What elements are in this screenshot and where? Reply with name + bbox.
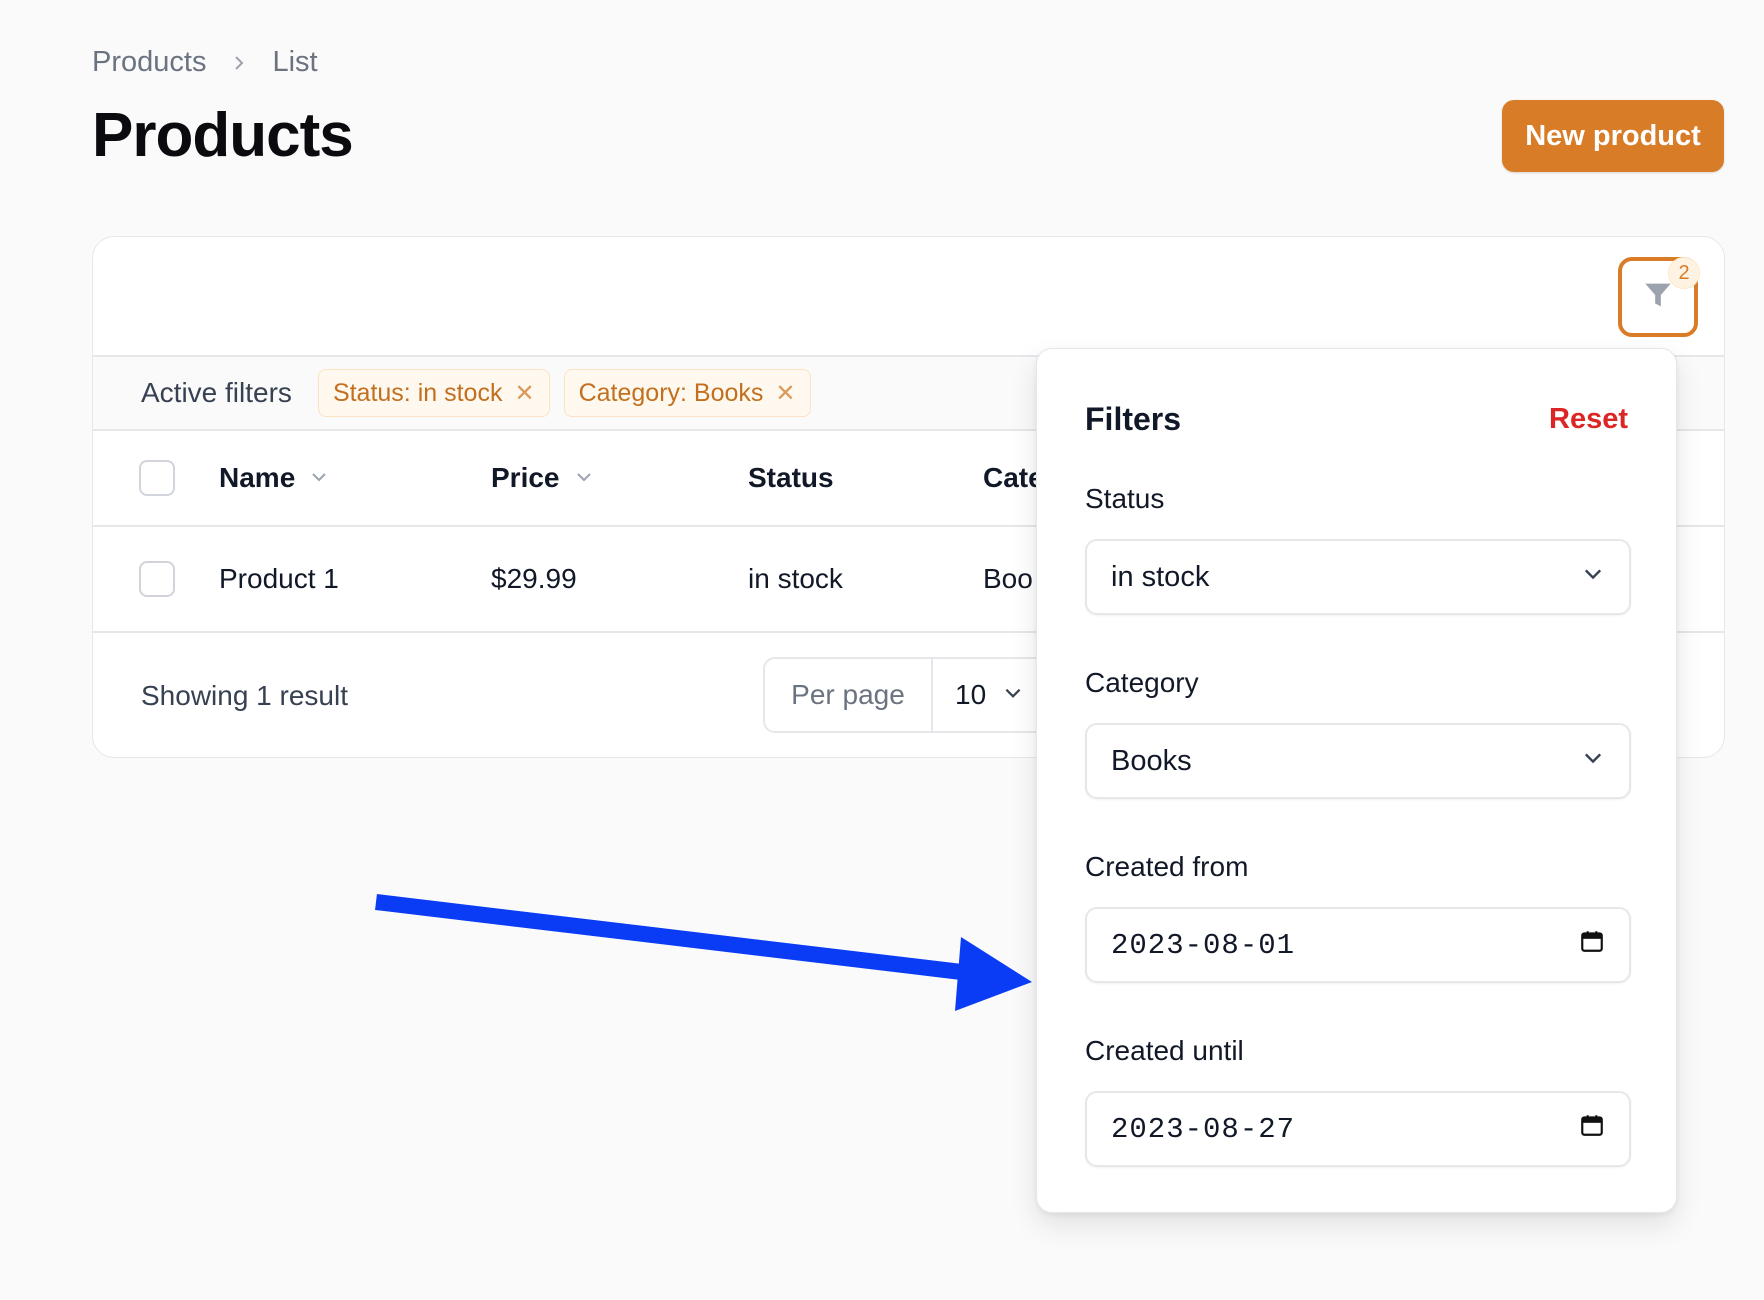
breadcrumb: Products List xyxy=(92,46,318,79)
breadcrumb-item-list: List xyxy=(272,46,318,78)
status-filter-label: Status xyxy=(1085,483,1165,514)
per-page-value-group: 10 xyxy=(933,679,1024,711)
select-all-checkbox[interactable] xyxy=(139,460,175,496)
filter-chip-label: Status: in stock xyxy=(332,378,503,407)
column-header-price[interactable]: Price xyxy=(491,431,594,525)
column-header-label: Name xyxy=(219,462,296,493)
created-from-value: 2023-08-01 xyxy=(1111,928,1296,962)
cell-price: $29.99 xyxy=(491,563,577,594)
status-filter-select[interactable]: in stock xyxy=(1085,539,1631,615)
new-product-button[interactable]: New product xyxy=(1502,100,1724,172)
chevron-down-icon xyxy=(1581,561,1605,594)
page: Products List Products New product 2 Act… xyxy=(0,0,1764,1300)
calendar-icon[interactable] xyxy=(1579,928,1605,963)
category-filter-select[interactable]: Books xyxy=(1085,723,1631,799)
column-header-label: Status xyxy=(748,462,834,493)
table-toolbar: 2 xyxy=(93,237,1724,357)
cell-category: Boo xyxy=(983,563,1033,594)
calendar-icon[interactable] xyxy=(1579,1112,1605,1147)
created-until-value: 2023-08-27 xyxy=(1111,1112,1296,1146)
results-count: Showing 1 result xyxy=(141,680,349,711)
row-checkbox[interactable] xyxy=(139,561,175,597)
created-from-input[interactable]: 2023-08-01 xyxy=(1085,907,1631,983)
chevron-down-icon xyxy=(1581,745,1605,778)
filters-panel-title: Filters xyxy=(1085,401,1182,437)
page-title: Products xyxy=(92,101,354,170)
close-icon[interactable]: ✕ xyxy=(514,379,534,408)
created-until-input[interactable]: 2023-08-27 xyxy=(1085,1091,1631,1167)
row-checkbox-cell xyxy=(139,527,175,631)
close-icon[interactable]: ✕ xyxy=(775,379,795,408)
filters-panel: Filters Reset Status in stock Category B… xyxy=(1036,348,1677,1213)
created-from-label: Created from xyxy=(1085,851,1249,882)
chevron-down-icon xyxy=(309,462,329,494)
filter-chip-status: Status: in stock ✕ xyxy=(317,369,550,417)
column-header-label: Price xyxy=(491,462,560,493)
category-filter-value: Books xyxy=(1111,744,1192,777)
per-page-value: 10 xyxy=(955,679,987,710)
per-page-label: Per page xyxy=(765,659,933,731)
filter-icon xyxy=(1641,278,1675,317)
column-header-name[interactable]: Name xyxy=(219,431,329,525)
column-header-label: Cate xyxy=(983,462,1044,493)
reset-filters-button[interactable]: Reset xyxy=(1549,403,1628,436)
breadcrumb-item-products[interactable]: Products xyxy=(92,46,206,79)
cell-name: Product 1 xyxy=(219,563,339,594)
cell-status: in stock xyxy=(748,563,843,594)
filter-chip-category: Category: Books ✕ xyxy=(563,369,811,417)
filter-count-badge: 2 xyxy=(1668,257,1700,289)
filter-button[interactable]: 2 xyxy=(1618,257,1700,337)
per-page-select[interactable]: Per page 10 xyxy=(763,657,1063,733)
category-filter-label: Category xyxy=(1085,667,1199,698)
chevron-down-icon xyxy=(1002,679,1024,711)
filter-chip-label: Category: Books xyxy=(578,378,764,407)
column-header-category: Cate xyxy=(983,431,1044,525)
status-filter-value: in stock xyxy=(1111,560,1210,593)
chevron-right-icon xyxy=(228,52,250,74)
column-header-status: Status xyxy=(748,431,834,525)
chevron-down-icon xyxy=(574,462,594,494)
active-filters-label: Active filters xyxy=(141,377,292,408)
created-until-label: Created until xyxy=(1085,1035,1244,1066)
select-all-checkbox-cell xyxy=(139,431,175,525)
